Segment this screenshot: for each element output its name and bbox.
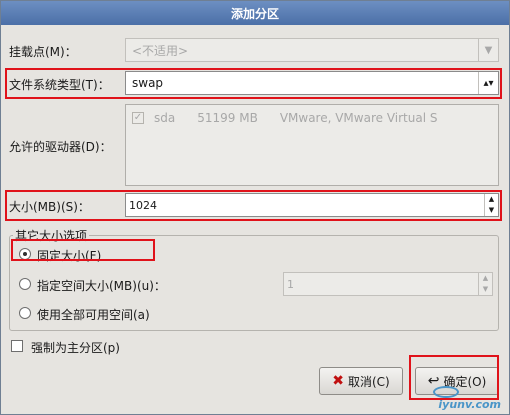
force-primary-label[interactable]: 强制为主分区(p)	[31, 339, 120, 356]
drives-label: 允许的驱动器(D)：	[9, 140, 112, 154]
cancel-x-icon: ✖	[332, 373, 344, 389]
drive-model: VMware, VMware Virtual S	[279, 111, 438, 125]
fill-all-radio[interactable]	[19, 307, 31, 319]
highlight-fixed-size	[11, 239, 155, 261]
mount-point-value: <不适用>	[132, 43, 189, 58]
fill-all-label[interactable]: 使用全部可用空间(a)	[37, 306, 150, 323]
drive-row[interactable]: ✓ sda 51199 MB VMware, VMware Virtual S	[132, 111, 437, 125]
add-partition-dialog: 添加分区 挂载点(M)： <不适用> ▼ 文件系统类型(T)： swap ▴▾ …	[0, 0, 510, 415]
cancel-button[interactable]: ✖ 取消(C)	[319, 367, 403, 395]
dialog-title: 添加分区	[1, 1, 509, 25]
fill-to-size-value: 1	[287, 277, 294, 291]
chevron-down-icon: ▼	[478, 39, 498, 61]
fill-to-size-label[interactable]: 指定空间大小(MB)(u)：	[37, 277, 166, 294]
watermark-text: iyunv.com	[438, 398, 501, 411]
drive-checkbox[interactable]: ✓	[132, 112, 144, 124]
cancel-button-label: 取消(C)	[347, 374, 390, 389]
drive-size: 51199 MB	[197, 111, 258, 125]
drive-device: sda	[154, 111, 176, 125]
highlight-size	[5, 190, 502, 221]
force-primary-checkbox[interactable]	[11, 340, 23, 352]
drives-list[interactable]: ✓ sda 51199 MB VMware, VMware Virtual S	[125, 104, 499, 186]
watermark-logo-icon	[433, 386, 459, 398]
fill-to-size-spinbox[interactable]: 1 ▲ ▼	[283, 272, 493, 296]
fill-to-size-radio[interactable]	[19, 278, 31, 290]
spin-arrows-icon[interactable]: ▲ ▼	[478, 273, 492, 295]
mount-point-combo[interactable]: <不适用> ▼	[125, 38, 499, 62]
highlight-fs-type	[5, 68, 502, 99]
mount-point-label: 挂载点(M)：	[9, 45, 77, 59]
